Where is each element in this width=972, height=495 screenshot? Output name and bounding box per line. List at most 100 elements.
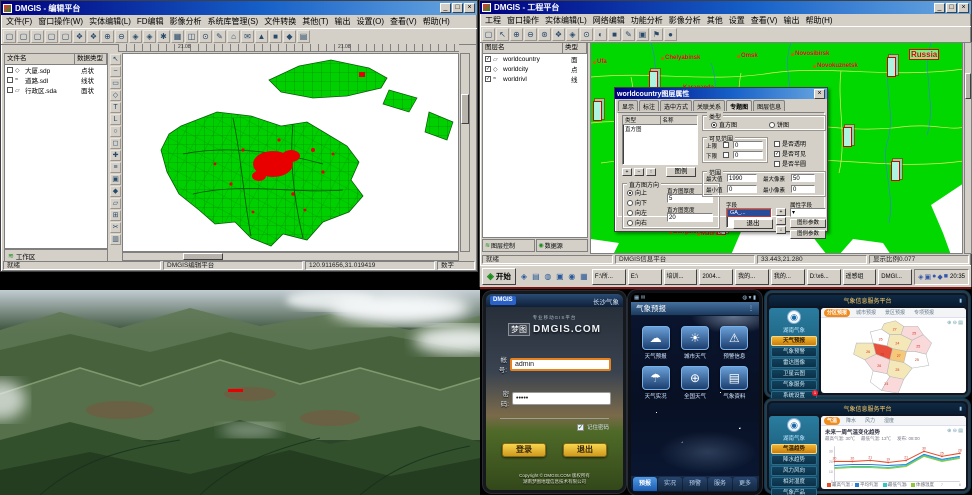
- bottom-tab[interactable]: 预报: [633, 477, 657, 491]
- maxpx-input[interactable]: 50: [791, 174, 815, 182]
- edit-tool-icon[interactable]: ⊞: [110, 210, 121, 221]
- transparent-checkbox[interactable]: 是否透明: [774, 139, 806, 148]
- edit-tool-icon[interactable]: ≡: [110, 162, 121, 173]
- menu-item[interactable]: 输出: [331, 16, 353, 27]
- edit-tool-icon[interactable]: ↖: [110, 54, 121, 65]
- quick-launch-icon[interactable]: ◍: [542, 272, 554, 281]
- app-tile[interactable]: ⊕全国天气: [676, 366, 713, 400]
- title-bar[interactable]: DMGIS - 编辑平台 _ □ ×: [1, 1, 477, 15]
- app-tile[interactable]: ☂天气实况: [637, 366, 674, 400]
- login-button[interactable]: 登录: [502, 443, 546, 457]
- column-type[interactable]: 类型: [623, 116, 661, 124]
- toolbar-icon[interactable]: ▢: [3, 30, 16, 43]
- menu-item[interactable]: 实体编辑(L): [542, 15, 590, 26]
- tab-relations[interactable]: 关联关系: [693, 100, 725, 111]
- legend-params-button[interactable]: 图例参数: [790, 230, 826, 239]
- layer-row[interactable]: ✓ ◇ worldcity 点: [483, 64, 587, 74]
- sidebar-item[interactable]: 相对湿度: [771, 477, 817, 487]
- menu-item[interactable]: 窗口操作(W): [35, 16, 86, 27]
- panel-tab[interactable]: 湿度: [881, 417, 897, 425]
- toolbar-icon[interactable]: ❖: [73, 30, 86, 43]
- panel-tab[interactable]: 分区预报: [824, 309, 850, 317]
- edit-tool-icon[interactable]: ▭: [110, 78, 121, 89]
- column-type[interactable]: 类型: [563, 43, 587, 53]
- edit-tool-icon[interactable]: ▱: [110, 198, 121, 209]
- layer-checkbox[interactable]: [7, 77, 13, 83]
- quick-launch-icon[interactable]: ◉: [566, 272, 578, 281]
- toolbar-icon[interactable]: ◆: [283, 30, 296, 43]
- sidebar-item[interactable]: 卫星云图: [771, 369, 817, 379]
- quick-launch-icon[interactable]: ▣: [554, 272, 566, 281]
- toolbar-icon[interactable]: ▢: [17, 30, 30, 43]
- column-filename[interactable]: 文件名: [5, 54, 75, 64]
- menu-item[interactable]: 查看(V): [748, 15, 781, 26]
- bottom-tab[interactable]: 服务: [708, 477, 732, 491]
- bottom-tab[interactable]: 预警: [683, 477, 707, 491]
- toolbar-icon[interactable]: ⊕: [101, 30, 114, 43]
- toolbar-icon[interactable]: ▢: [45, 30, 58, 43]
- radio-down[interactable]: 向下: [627, 198, 647, 207]
- password-input[interactable]: [512, 392, 611, 405]
- toolbar-icon[interactable]: ▦: [171, 30, 184, 43]
- toolbar-icon[interactable]: ▢: [59, 30, 72, 43]
- edit-tool-icon[interactable]: ✚: [110, 150, 121, 161]
- layer-row[interactable]: ≈ 道路.sdl 线状: [5, 75, 107, 85]
- lower-input[interactable]: 0: [733, 151, 763, 159]
- remove-button[interactable]: −: [634, 168, 644, 176]
- field-selected[interactable]: GA_...: [727, 209, 771, 217]
- layer-checkbox[interactable]: [7, 87, 13, 93]
- radio-histogram[interactable]: 直方图: [711, 120, 737, 129]
- exit-button[interactable]: 退出: [733, 219, 773, 229]
- toolbar-icon[interactable]: ●: [664, 28, 677, 41]
- tray-icon[interactable]: ■: [944, 273, 948, 281]
- bottom-tab[interactable]: 实况: [658, 477, 682, 491]
- tray-icon[interactable]: ◈: [918, 273, 923, 281]
- panel-tab[interactable]: 城市预报: [853, 309, 879, 317]
- layer-row[interactable]: ▱ 行政区.sda 面状: [5, 85, 107, 95]
- sidebar-item[interactable]: 气温趋势: [771, 444, 817, 454]
- toolbar-icon[interactable]: ▤: [297, 30, 310, 43]
- menu-item[interactable]: 影像分析: [167, 16, 205, 27]
- tray-icon[interactable]: ◆: [937, 273, 942, 281]
- radio-up[interactable]: 向上: [627, 188, 647, 197]
- menu-item[interactable]: 设置(O): [353, 16, 387, 27]
- app-tile[interactable]: ☁天气预报: [637, 326, 674, 360]
- tab-display[interactable]: 显示: [618, 100, 638, 111]
- panel-tab[interactable]: 降水: [843, 417, 859, 425]
- toolbar-icon[interactable]: ◈: [129, 30, 142, 43]
- menu-item[interactable]: 网络编辑: [590, 15, 628, 26]
- remember-row[interactable]: ✓ 记住密码: [500, 423, 609, 431]
- title-bar[interactable]: DMGIS - 工程平台 _ □ ×: [480, 1, 971, 14]
- edit-tool-icon[interactable]: ~: [110, 66, 121, 77]
- start-button[interactable]: ◈ 开始: [482, 268, 516, 285]
- taskbar-task[interactable]: 我的...: [735, 269, 769, 285]
- quick-launch-icon[interactable]: ◈: [518, 272, 530, 281]
- terrain-3d-view[interactable]: [0, 290, 480, 495]
- zoom-icons[interactable]: ⊕ ⊖ ▤: [947, 320, 963, 326]
- column-layername[interactable]: 图层名: [483, 43, 563, 53]
- panel-tab[interactable]: 气温: [824, 417, 840, 425]
- radio-pie[interactable]: 饼图: [769, 120, 789, 129]
- edit-tool-icon[interactable]: ○: [110, 126, 121, 137]
- toolbar-icon[interactable]: ⌂: [227, 30, 240, 43]
- toolbar-icon[interactable]: ❖: [552, 28, 565, 41]
- thematic-list[interactable]: 类型 名称 直方图: [622, 115, 698, 165]
- visible-checkbox[interactable]: ✓是否可见: [774, 149, 806, 158]
- taskbar-task[interactable]: 2004...: [699, 269, 733, 285]
- max-input[interactable]: 1990: [727, 174, 757, 182]
- layer-checkbox[interactable]: ✓: [485, 76, 491, 82]
- toolbar-icon[interactable]: ▲: [255, 30, 268, 43]
- sidebar-item[interactable]: 天气预报: [771, 336, 817, 346]
- menu-item[interactable]: 帮助(H): [802, 15, 835, 26]
- legend-button[interactable]: 图例: [666, 167, 696, 177]
- minimize-button[interactable]: _: [440, 3, 451, 13]
- maximize-button[interactable]: □: [946, 3, 957, 13]
- column-name[interactable]: 名称: [661, 116, 698, 124]
- tray-icon[interactable]: ●: [932, 273, 936, 281]
- tab-label[interactable]: 标注: [639, 100, 659, 111]
- close-button[interactable]: ×: [464, 3, 475, 13]
- taskbar-task[interactable]: F:\所...: [592, 269, 626, 285]
- edit-tool-icon[interactable]: ◆: [110, 186, 121, 197]
- zoom-icons[interactable]: ⊕ ⊖ ▤: [947, 428, 963, 434]
- taskbar-task[interactable]: DMGI...: [878, 269, 912, 285]
